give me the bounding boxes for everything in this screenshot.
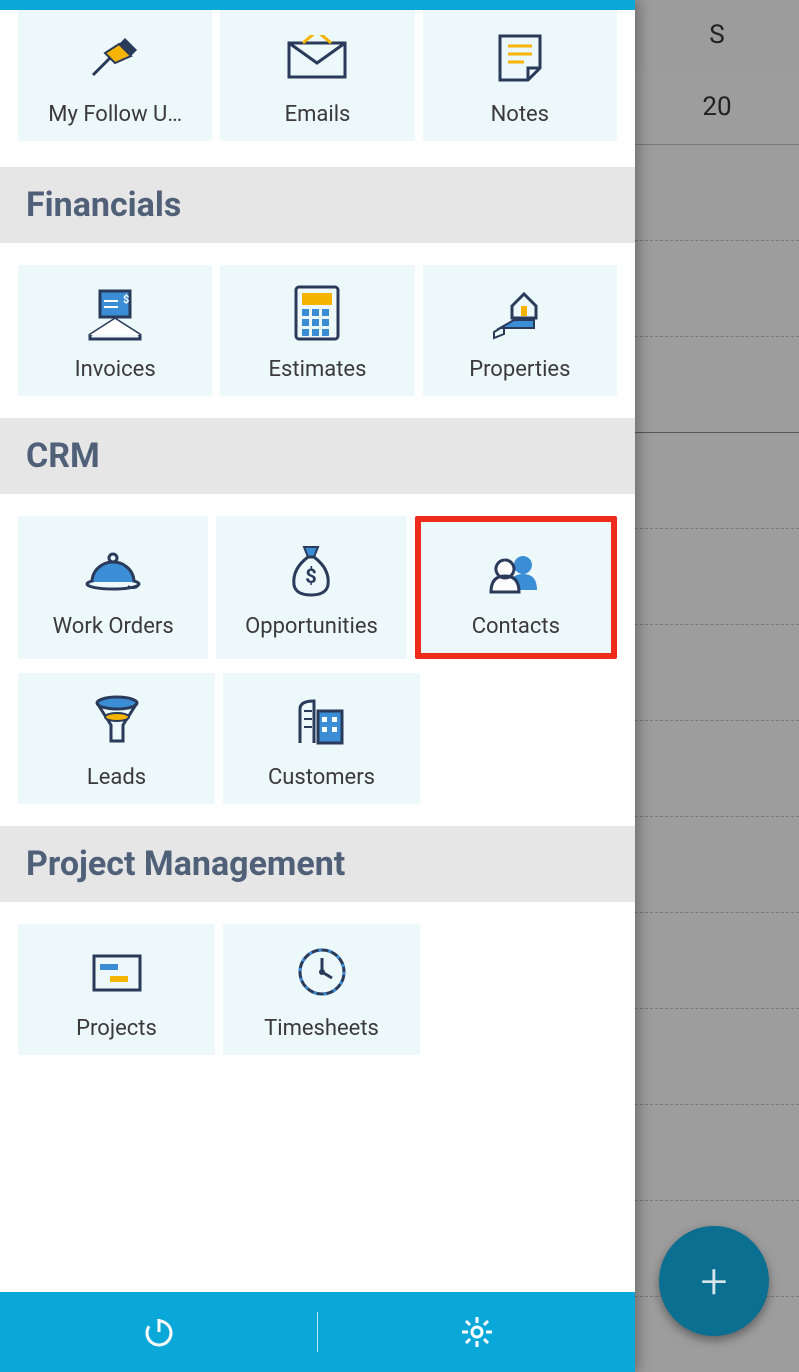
gear-icon (460, 1315, 494, 1349)
pushpin-icon (80, 28, 150, 88)
buildings-icon (287, 691, 357, 751)
tile-label: Notes (491, 102, 549, 127)
drawer-top-accent (0, 0, 635, 10)
navigation-drawer: My Follow U… Emails Notes Financials (0, 0, 635, 1372)
tile-label: My Follow U… (48, 102, 182, 127)
svg-text:$: $ (123, 293, 129, 306)
section-header-pm: Project Management (0, 826, 635, 902)
project-icon (82, 942, 152, 1002)
property-icon (485, 283, 555, 343)
svg-text:$: $ (306, 564, 317, 588)
clock-icon (287, 942, 357, 1002)
power-icon (142, 1315, 176, 1349)
tile-my-follow-ups[interactable]: My Follow U… (18, 10, 212, 141)
tile-label: Customers (268, 765, 375, 790)
drawer-bottom-bar (0, 1292, 635, 1372)
power-button[interactable] (0, 1315, 317, 1349)
calculator-icon (282, 283, 352, 343)
contacts-icon (481, 540, 551, 600)
section-header-crm: CRM (0, 418, 635, 494)
settings-button[interactable] (318, 1315, 635, 1349)
tile-emails[interactable]: Emails (220, 10, 414, 141)
note-icon (485, 28, 555, 88)
tile-invoices[interactable]: $ Invoices (18, 265, 212, 396)
tile-timesheets[interactable]: Timesheets (223, 924, 420, 1055)
tile-properties[interactable]: Properties (423, 265, 617, 396)
tile-label: Opportunities (245, 614, 378, 639)
tile-estimates[interactable]: Estimates (220, 265, 414, 396)
plus-icon: + (700, 1253, 727, 1310)
tile-leads[interactable]: Leads (18, 673, 215, 804)
tile-label: Properties (469, 357, 570, 382)
invoice-icon: $ (80, 283, 150, 343)
tile-projects[interactable]: Projects (18, 924, 215, 1055)
tile-label: Timesheets (264, 1016, 379, 1041)
tile-customers[interactable]: Customers (223, 673, 420, 804)
cloche-icon (78, 540, 148, 600)
tile-label: Leads (87, 765, 146, 790)
envelope-icon (282, 28, 352, 88)
tile-label: Estimates (269, 357, 367, 382)
tile-notes[interactable]: Notes (423, 10, 617, 141)
fab-add-button[interactable]: + (659, 1226, 769, 1336)
tile-label: Work Orders (53, 614, 174, 639)
tile-opportunities[interactable]: $ Opportunities (216, 516, 406, 659)
tile-label: Contacts (472, 614, 560, 639)
moneybag-icon: $ (276, 540, 346, 600)
tile-label: Invoices (75, 357, 156, 382)
funnel-icon (82, 691, 152, 751)
tile-label: Emails (285, 102, 351, 127)
tile-contacts[interactable]: Contacts (415, 516, 617, 659)
tile-label: Projects (76, 1016, 157, 1041)
section-header-financials: Financials (0, 167, 635, 243)
tile-work-orders[interactable]: Work Orders (18, 516, 208, 659)
